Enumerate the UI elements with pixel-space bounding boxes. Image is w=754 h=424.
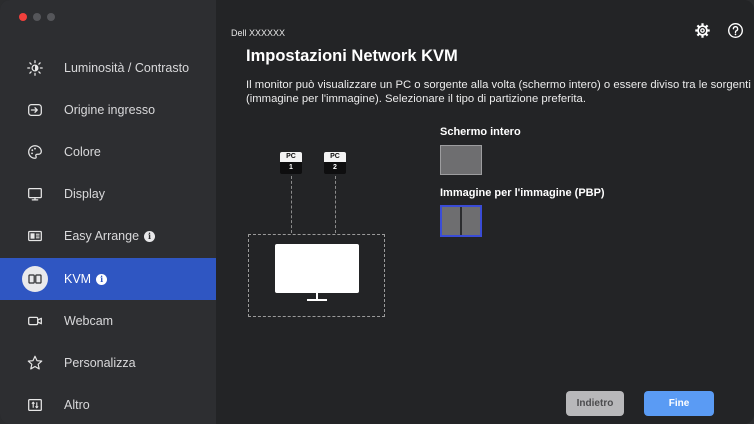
kvm-icon xyxy=(22,266,48,292)
display-icon xyxy=(25,184,45,204)
easy-arrange-icon xyxy=(25,226,45,246)
sidebar-item-label: Webcam xyxy=(64,314,114,328)
brightness-icon xyxy=(25,58,45,78)
pbp-divider xyxy=(460,207,462,235)
help-icon[interactable] xyxy=(727,22,744,39)
close-window-button[interactable] xyxy=(19,13,27,21)
pc2-badge: PC 2 xyxy=(324,152,346,174)
sidebar-item-input-source[interactable]: Origine ingresso xyxy=(0,89,216,131)
back-button[interactable]: Indietro xyxy=(566,391,624,416)
palette-icon xyxy=(25,142,45,162)
pbp-option[interactable] xyxy=(440,205,482,237)
pbp-label: Immagine per l'immagine (PBP) xyxy=(440,187,605,199)
sidebar-item-kvm[interactable]: KVM i xyxy=(0,258,216,300)
full-screen-label: Schermo intero xyxy=(440,126,521,138)
pc1-connection-line xyxy=(291,176,292,233)
full-screen-option[interactable] xyxy=(440,145,482,175)
monitor-base xyxy=(307,299,327,301)
main-panel: Dell XXXXXX Impostazioni Network KVM Il … xyxy=(216,0,754,424)
sidebar-item-label: Easy Arrange i xyxy=(64,229,156,243)
sidebar-item-personalize[interactable]: Personalizza xyxy=(0,342,216,384)
pc1-badge: PC 1 xyxy=(280,152,302,174)
pc2-connection-line xyxy=(335,176,336,233)
info-icon[interactable]: i xyxy=(144,231,156,242)
monitor-name: Dell XXXXXX xyxy=(231,28,286,38)
star-icon xyxy=(25,353,45,373)
info-icon[interactable]: i xyxy=(96,274,108,285)
sidebar-item-label: Display xyxy=(64,187,105,201)
minimize-window-button[interactable] xyxy=(33,13,41,21)
sidebar-item-easy-arrange[interactable]: Easy Arrange i xyxy=(0,215,216,257)
webcam-icon xyxy=(25,311,45,331)
sidebar-item-brightness-contrast[interactable]: Luminosità / Contrasto xyxy=(0,47,216,89)
others-icon xyxy=(25,395,45,415)
sidebar-item-color[interactable]: Colore xyxy=(0,131,216,173)
window-controls xyxy=(19,13,55,21)
sidebar: Luminosità / Contrasto Origine ingresso … xyxy=(0,0,216,424)
zoom-window-button[interactable] xyxy=(47,13,55,21)
kvm-diagram: PC 1 PC 2 xyxy=(248,149,388,319)
input-source-icon xyxy=(25,100,45,120)
app-window: Luminosità / Contrasto Origine ingresso … xyxy=(0,0,754,424)
sidebar-item-display[interactable]: Display xyxy=(0,173,216,215)
sidebar-item-label: Altro xyxy=(64,398,90,412)
sidebar-item-others[interactable]: Altro xyxy=(0,384,216,424)
sidebar-item-label: Luminosità / Contrasto xyxy=(64,61,190,75)
sidebar-item-label: Origine ingresso xyxy=(64,103,156,117)
page-title: Impostazioni Network KVM xyxy=(246,47,458,65)
page-description: Il monitor può visualizzare un PC o sorg… xyxy=(246,79,751,105)
monitor-screen xyxy=(275,244,359,293)
sidebar-item-label: KVM i xyxy=(64,272,108,286)
sidebar-item-label: Personalizza xyxy=(64,356,136,370)
sidebar-item-label: Colore xyxy=(64,145,101,159)
done-button[interactable]: Fine xyxy=(644,391,714,416)
gear-icon[interactable] xyxy=(694,22,711,39)
sidebar-item-webcam[interactable]: Webcam xyxy=(0,300,216,342)
